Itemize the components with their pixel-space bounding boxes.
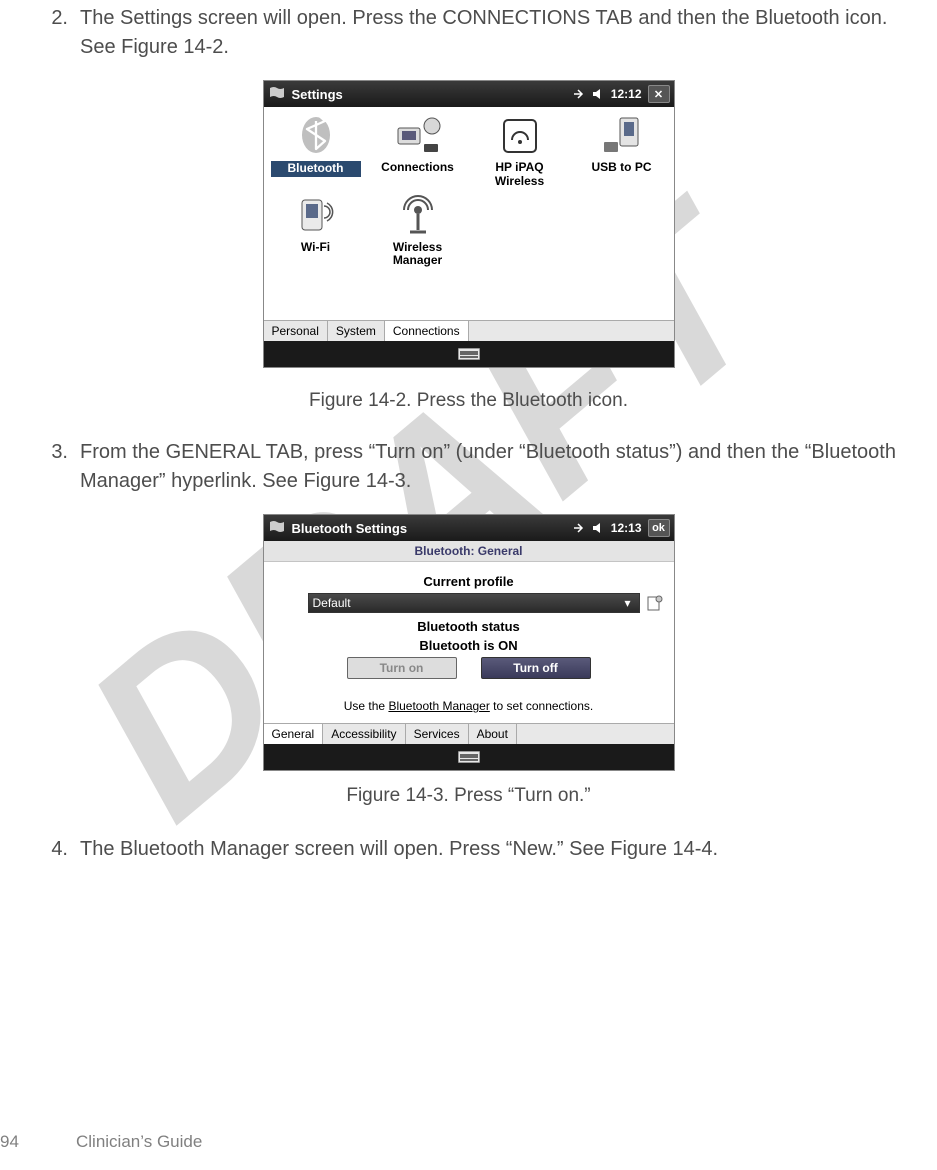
page-footer: 94 Clinician’s Guide xyxy=(0,1132,202,1152)
panel-header: Bluetooth: General xyxy=(264,541,674,562)
app-wireless-manager[interactable]: Wireless Manager xyxy=(373,193,463,269)
keyboard-icon[interactable] xyxy=(458,751,480,763)
clock: 12:13 xyxy=(611,521,642,535)
step-number: 3. xyxy=(40,438,68,496)
step-number: 4. xyxy=(40,835,68,864)
bluetooth-status-label: Bluetooth status xyxy=(274,619,664,634)
volume-icon xyxy=(591,87,605,101)
step-text: From the GENERAL TAB, press “Turn on” (u… xyxy=(80,438,897,496)
step-3: 3. From the GENERAL TAB, press “Turn on”… xyxy=(40,438,897,496)
profile-edit-icon[interactable] xyxy=(646,594,664,612)
tab-accessibility[interactable]: Accessibility xyxy=(323,724,405,744)
app-ipaq-wireless[interactable]: HP iPAQ Wireless xyxy=(475,113,565,189)
bluetooth-settings-window: Bluetooth Settings 12:13 ok Bluetooth: G… xyxy=(263,514,675,771)
step-text: The Settings screen will open. Press the… xyxy=(80,4,897,62)
tab-about[interactable]: About xyxy=(469,724,517,744)
titlebar: Settings 12:12 ✕ xyxy=(264,81,674,107)
tab-services[interactable]: Services xyxy=(406,724,469,744)
step-number: 2. xyxy=(40,4,68,62)
app-usb-to-pc[interactable]: USB to PC xyxy=(577,113,667,189)
settings-window: Settings 12:12 ✕ xyxy=(263,80,675,368)
usb-pc-icon xyxy=(600,114,644,156)
figure-caption-14-2: Figure 14-2. Press the Bluetooth icon. xyxy=(40,390,897,412)
window-title: Bluetooth Settings xyxy=(292,521,408,536)
start-flag-icon xyxy=(268,85,286,103)
figure-caption-14-3: Figure 14-3. Press “Turn on.” xyxy=(40,785,897,807)
profile-value: Default xyxy=(313,596,351,610)
close-button[interactable]: ✕ xyxy=(648,85,670,103)
profile-dropdown[interactable]: Default ▾ xyxy=(308,593,640,613)
app-bluetooth[interactable]: Bluetooth xyxy=(271,113,361,189)
antenna-icon xyxy=(396,194,440,236)
connections-icon xyxy=(394,114,442,156)
chevron-down-icon: ▾ xyxy=(621,596,635,610)
figure-14-2: Settings 12:12 ✕ xyxy=(40,80,897,412)
titlebar: Bluetooth Settings 12:13 ok xyxy=(264,515,674,541)
volume-icon xyxy=(591,521,605,535)
manager-hint: Use the Bluetooth Manager to set connect… xyxy=(264,691,674,723)
step-4: 4. The Bluetooth Manager screen will ope… xyxy=(40,835,897,864)
step-text: The Bluetooth Manager screen will open. … xyxy=(80,835,718,864)
turn-off-button[interactable]: Turn off xyxy=(481,657,591,679)
sync-icon xyxy=(571,87,585,101)
settings-tabs: Personal System Connections xyxy=(264,320,674,341)
current-profile-label: Current profile xyxy=(274,574,664,589)
figure-14-3: Bluetooth Settings 12:13 ok Bluetooth: G… xyxy=(40,514,897,807)
step-2: 2. The Settings screen will open. Press … xyxy=(40,4,897,62)
window-title: Settings xyxy=(292,87,343,102)
ok-button[interactable]: ok xyxy=(648,519,670,537)
tab-personal[interactable]: Personal xyxy=(264,321,328,341)
sync-icon xyxy=(571,521,585,535)
tab-general[interactable]: General xyxy=(264,724,324,744)
turn-on-button[interactable]: Turn on xyxy=(347,657,457,679)
bluetooth-manager-link[interactable]: Bluetooth Manager xyxy=(388,699,489,713)
keyboard-icon[interactable] xyxy=(458,348,480,360)
bluetooth-icon xyxy=(296,115,336,155)
footer-title: Clinician’s Guide xyxy=(76,1132,202,1152)
tab-system[interactable]: System xyxy=(328,321,385,341)
soft-keyboard-bar xyxy=(264,744,674,770)
app-wifi[interactable]: Wi-Fi xyxy=(271,193,361,269)
clock: 12:12 xyxy=(611,87,642,101)
app-connections[interactable]: Connections xyxy=(373,113,463,189)
page-number: 94 xyxy=(0,1132,36,1152)
soft-keyboard-bar xyxy=(264,341,674,367)
wifi-device-icon xyxy=(294,194,338,236)
bt-tabs: General Accessibility Services About xyxy=(264,723,674,744)
tab-connections[interactable]: Connections xyxy=(385,321,469,341)
wireless-box-icon xyxy=(498,114,542,156)
bluetooth-status-value: Bluetooth is ON xyxy=(274,638,664,653)
start-flag-icon xyxy=(268,519,286,537)
